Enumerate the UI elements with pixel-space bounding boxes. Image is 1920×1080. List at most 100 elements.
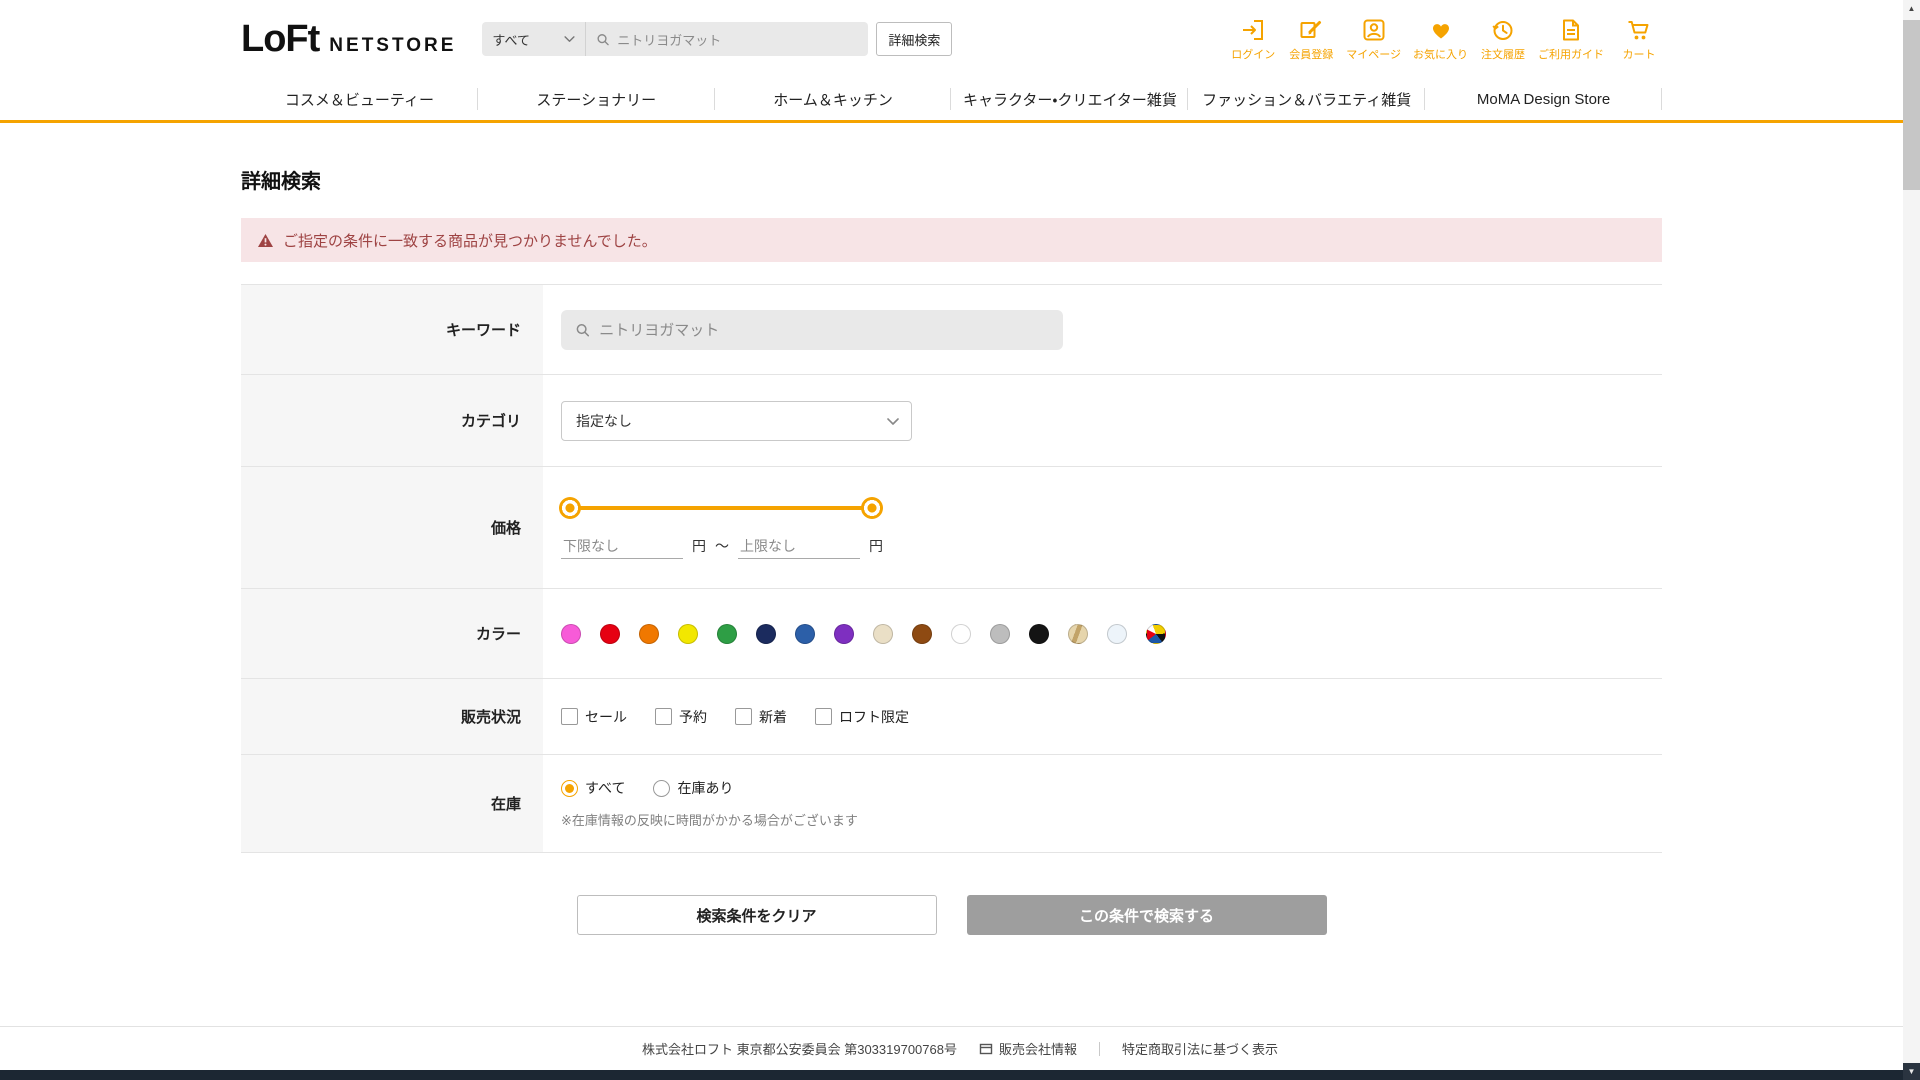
color-swatch-clear[interactable] xyxy=(1107,624,1127,644)
sale-status-label: 販売状況 xyxy=(241,679,543,754)
form-actions: 検索条件をクリア この条件で検索する xyxy=(241,895,1662,935)
checkbox-new-arrival[interactable]: 新着 xyxy=(735,707,787,727)
price-slider-max-handle[interactable] xyxy=(861,497,883,519)
keyword-label: キーワード xyxy=(241,285,543,374)
error-text: ご指定の条件に一致する商品が見つかりませんでした。 xyxy=(283,230,657,251)
vertical-scrollbar[interactable]: ▲ ▼ xyxy=(1903,0,1920,1080)
nav-item-moma-design-store[interactable]: MoMA Design Store xyxy=(1425,78,1662,120)
utility-favorites[interactable]: お気に入り xyxy=(1413,17,1468,62)
chevron-down-icon xyxy=(564,36,575,43)
nav-item-home-kitchen[interactable]: ホーム＆キッチン xyxy=(715,78,952,120)
checkbox-box xyxy=(735,708,752,725)
color-swatch-gray[interactable] xyxy=(990,624,1010,644)
chevron-down-icon xyxy=(887,418,899,426)
history-clock-icon xyxy=(1490,17,1516,43)
sale-status-options: セール 予約 新着 ロフト限定 xyxy=(561,707,909,727)
login-icon xyxy=(1240,17,1266,43)
utility-mypage[interactable]: マイページ xyxy=(1346,17,1401,62)
clear-search-conditions-button[interactable]: 検索条件をクリア xyxy=(577,895,937,935)
price-range-slider xyxy=(561,496,881,520)
color-swatch-red[interactable] xyxy=(600,624,620,644)
color-swatch-brown[interactable] xyxy=(912,624,932,644)
header-search-input-wrap xyxy=(586,32,868,47)
stock-options: すべて 在庫あり xyxy=(561,778,858,798)
color-swatch-navy[interactable] xyxy=(756,624,776,644)
category-select[interactable]: 指定なし xyxy=(561,401,912,441)
page-title: 詳細検索 xyxy=(241,165,1662,194)
color-swatch-black[interactable] xyxy=(1029,624,1049,644)
utility-register[interactable]: 会員登録 xyxy=(1288,17,1334,62)
color-swatch-green[interactable] xyxy=(717,624,737,644)
color-swatch-beige[interactable] xyxy=(873,624,893,644)
utility-login[interactable]: ログイン xyxy=(1230,17,1276,62)
logo-netstore-text: NETSTORE xyxy=(329,35,456,57)
bottom-dark-bar xyxy=(0,1070,1920,1080)
nav-item-stationery[interactable]: ステーショナリー xyxy=(478,78,715,120)
radio-stock-all[interactable]: すべて xyxy=(561,778,625,798)
price-label: 価格 xyxy=(241,467,543,588)
category-selected-value: 指定なし xyxy=(576,411,632,431)
nav-item-character-creator[interactable]: キャラクター・クリエイター雑貨 xyxy=(951,78,1188,120)
color-label: カラー xyxy=(241,589,543,678)
category-label: カテゴリ xyxy=(241,375,543,466)
price-separator: ～ xyxy=(715,536,729,559)
company-info-icon xyxy=(979,1042,993,1056)
keyword-input[interactable] xyxy=(599,321,1049,338)
stock-row: 在庫 すべて 在庫あり ※在庫情報の反映に時間がかかる場合がございます xyxy=(241,754,1662,852)
search-with-conditions-button[interactable]: この条件で検索する xyxy=(967,895,1327,935)
radio-circle xyxy=(653,780,670,797)
header-utility-menu: ログイン 会員登録 マイページ お気に入り 注文履歴 ご利用ガイド xyxy=(1230,17,1662,62)
utility-order-history[interactable]: 注文履歴 xyxy=(1480,17,1526,62)
nav-item-cosme-beauty[interactable]: コスメ＆ビューティー xyxy=(241,78,478,120)
advanced-search-form: キーワード カテゴリ 指定なし 価格 xyxy=(241,284,1662,853)
checkbox-reservation[interactable]: 予約 xyxy=(655,707,707,727)
checkbox-box xyxy=(561,708,578,725)
search-icon xyxy=(596,32,610,47)
price-min-input[interactable] xyxy=(561,536,683,559)
color-swatch-gold[interactable] xyxy=(1068,624,1088,644)
price-slider-min-handle[interactable] xyxy=(559,497,581,519)
mypage-icon xyxy=(1361,17,1387,43)
price-row: 価格 円 ～ 円 xyxy=(241,466,1662,588)
radio-circle xyxy=(561,780,578,797)
color-swatch-multicolor[interactable] xyxy=(1146,624,1166,644)
main-nav: コスメ＆ビューティー ステーショナリー ホーム＆キッチン キャラクター・クリエイ… xyxy=(0,78,1920,123)
nav-item-fashion-variety[interactable]: ファッション＆バラエティ雑貨 xyxy=(1188,78,1425,120)
warning-icon xyxy=(257,233,274,248)
price-max-input[interactable] xyxy=(738,536,860,559)
color-swatch-blue[interactable] xyxy=(795,624,815,644)
checkbox-box xyxy=(655,708,672,725)
footer-link-commercial-law[interactable]: 特定商取引法に基づく表示 xyxy=(1122,1039,1278,1058)
price-slider-track[interactable] xyxy=(561,506,881,510)
color-swatch-pink[interactable] xyxy=(561,624,581,644)
detail-search-button[interactable]: 詳細検索 xyxy=(876,22,952,56)
price-min-unit: 円 xyxy=(692,536,706,559)
header-search-input[interactable] xyxy=(617,32,858,47)
footer-separator xyxy=(1099,1042,1100,1056)
site-logo[interactable]: LoFt NETSTORE xyxy=(241,18,456,61)
stock-label: 在庫 xyxy=(241,755,543,852)
checkbox-sale[interactable]: セール xyxy=(561,707,627,727)
scrollbar-up-arrow[interactable]: ▲ xyxy=(1903,0,1920,17)
search-category-select[interactable]: すべて xyxy=(482,22,586,56)
footer-link-company-info[interactable]: 販売会社情報 xyxy=(979,1039,1077,1058)
radio-stock-available[interactable]: 在庫あり xyxy=(653,778,733,798)
utility-guide[interactable]: ご利用ガイド xyxy=(1538,17,1604,62)
color-swatch-purple[interactable] xyxy=(834,624,854,644)
color-row: カラー xyxy=(241,588,1662,678)
register-icon xyxy=(1298,17,1324,43)
category-row: カテゴリ 指定なし xyxy=(241,374,1662,466)
keyword-row: キーワード xyxy=(241,284,1662,374)
color-swatch-white[interactable] xyxy=(951,624,971,644)
color-swatch-yellow[interactable] xyxy=(678,624,698,644)
price-max-unit: 円 xyxy=(869,536,883,559)
search-icon xyxy=(575,322,590,338)
scrollbar-thumb[interactable] xyxy=(1903,20,1920,190)
site-footer: 株式会社ロフト 東京都公安委員会 第303319700768号 販売会社情報 特… xyxy=(0,1026,1920,1080)
header-search-bar: すべて xyxy=(482,22,868,56)
color-swatch-orange[interactable] xyxy=(639,624,659,644)
scrollbar-down-arrow[interactable]: ▼ xyxy=(1903,1063,1920,1080)
no-results-error-message: ご指定の条件に一致する商品が見つかりませんでした。 xyxy=(241,218,1662,262)
checkbox-loft-exclusive[interactable]: ロフト限定 xyxy=(815,707,909,727)
utility-cart[interactable]: カート xyxy=(1616,17,1662,62)
